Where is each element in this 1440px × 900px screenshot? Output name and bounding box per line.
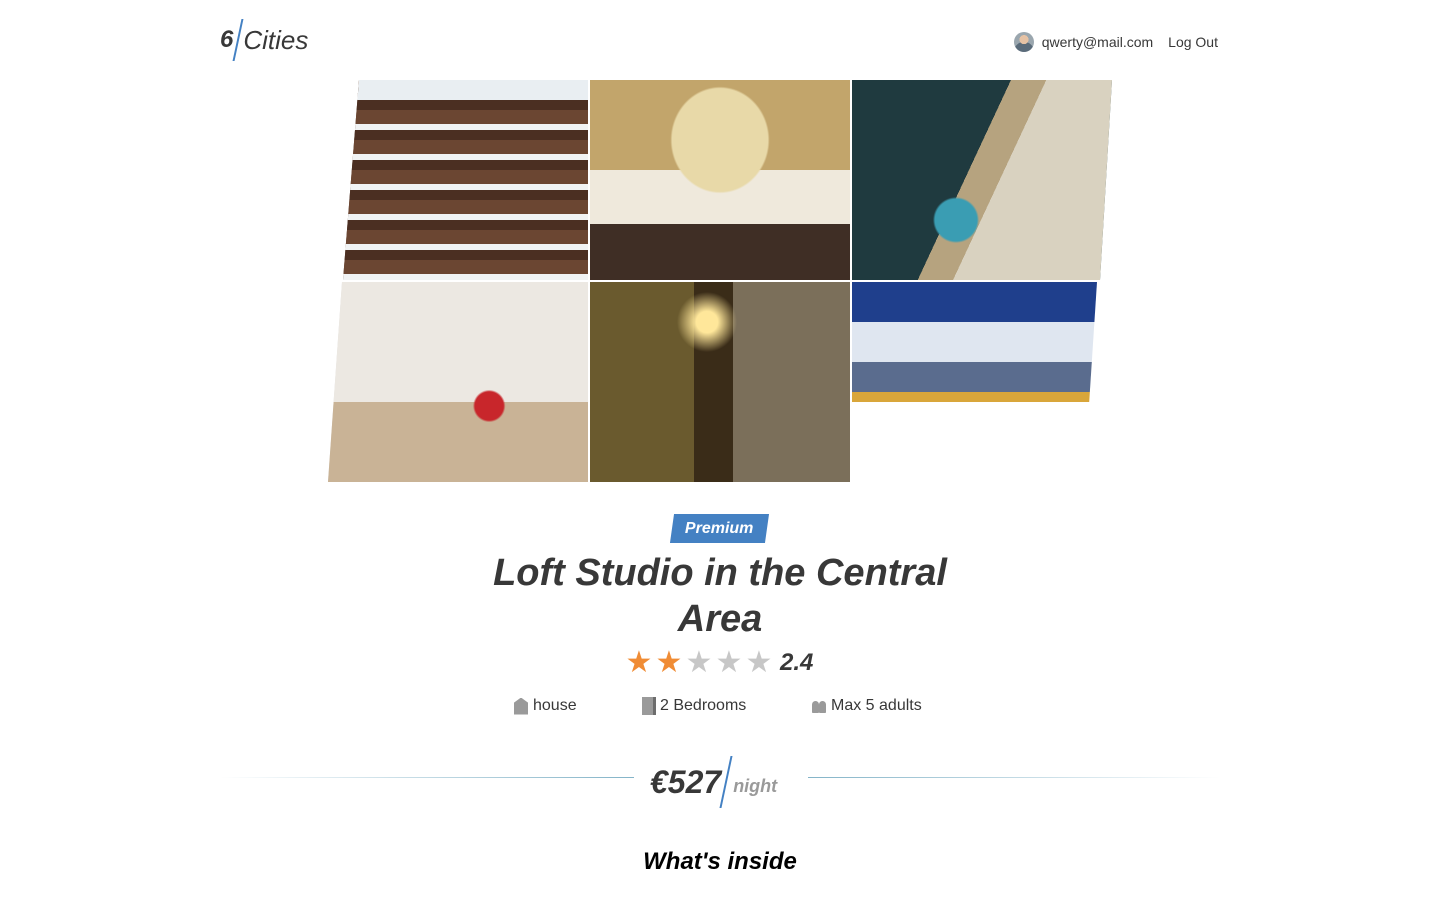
star-icon: ★ [685, 646, 713, 679]
gallery-image [590, 80, 850, 280]
premium-badge-label: Premium [685, 519, 754, 537]
page-header: 6 Cities qwerty@mail.com Log Out [0, 0, 1440, 80]
price-unit: night [733, 775, 778, 796]
gallery-image [852, 282, 1097, 482]
logo-link[interactable]: 6 Cities [220, 18, 308, 62]
avatar[interactable] [1013, 32, 1034, 52]
gallery-image [328, 282, 588, 482]
feature-adults-label: Max 5 adults [831, 697, 922, 714]
price-divider-left [220, 777, 634, 778]
property-rating: ★ ★ ★ ★ ★ 2.4 [624, 646, 814, 679]
gallery-image [343, 80, 588, 280]
star-icon: ★ [715, 646, 743, 679]
gallery-image [590, 282, 850, 482]
house-icon [514, 697, 528, 715]
star-icon: ★ [625, 646, 653, 679]
price-value: €527 [650, 763, 722, 800]
price-divider-right [808, 777, 1220, 778]
feature-type-label: house [533, 697, 577, 714]
property-gallery [0, 80, 1440, 482]
feature-bedrooms: 2 Bedrooms [642, 697, 746, 715]
logo-slash [232, 19, 244, 61]
door-icon [642, 697, 656, 715]
feature-adults: Max 5 adults [812, 697, 922, 715]
user-email-link[interactable]: qwerty@mail.com [1042, 34, 1153, 50]
logo-number: 6 [220, 26, 234, 53]
property-price: €527 night [650, 756, 777, 808]
logo-word: Cities [243, 24, 309, 55]
premium-badge: Premium [669, 514, 770, 543]
logout-link[interactable]: Log Out [1168, 34, 1218, 50]
feature-type: house [514, 697, 577, 715]
property-features: house 2 Bedrooms Max 5 adults [0, 697, 1440, 721]
user-nav: qwerty@mail.com Log Out [1013, 32, 1218, 52]
inside-section-title: What's inside [643, 848, 797, 875]
star-icon: ★ [745, 646, 773, 679]
price-slash [719, 756, 733, 808]
feature-bedrooms-label: 2 Bedrooms [660, 697, 747, 714]
property-title: Loft Studio in the Central Area [493, 552, 947, 640]
star-icon: ★ [655, 646, 683, 679]
people-icon [812, 699, 826, 713]
rating-value: 2.4 [780, 649, 814, 676]
gallery-image [852, 80, 1112, 280]
